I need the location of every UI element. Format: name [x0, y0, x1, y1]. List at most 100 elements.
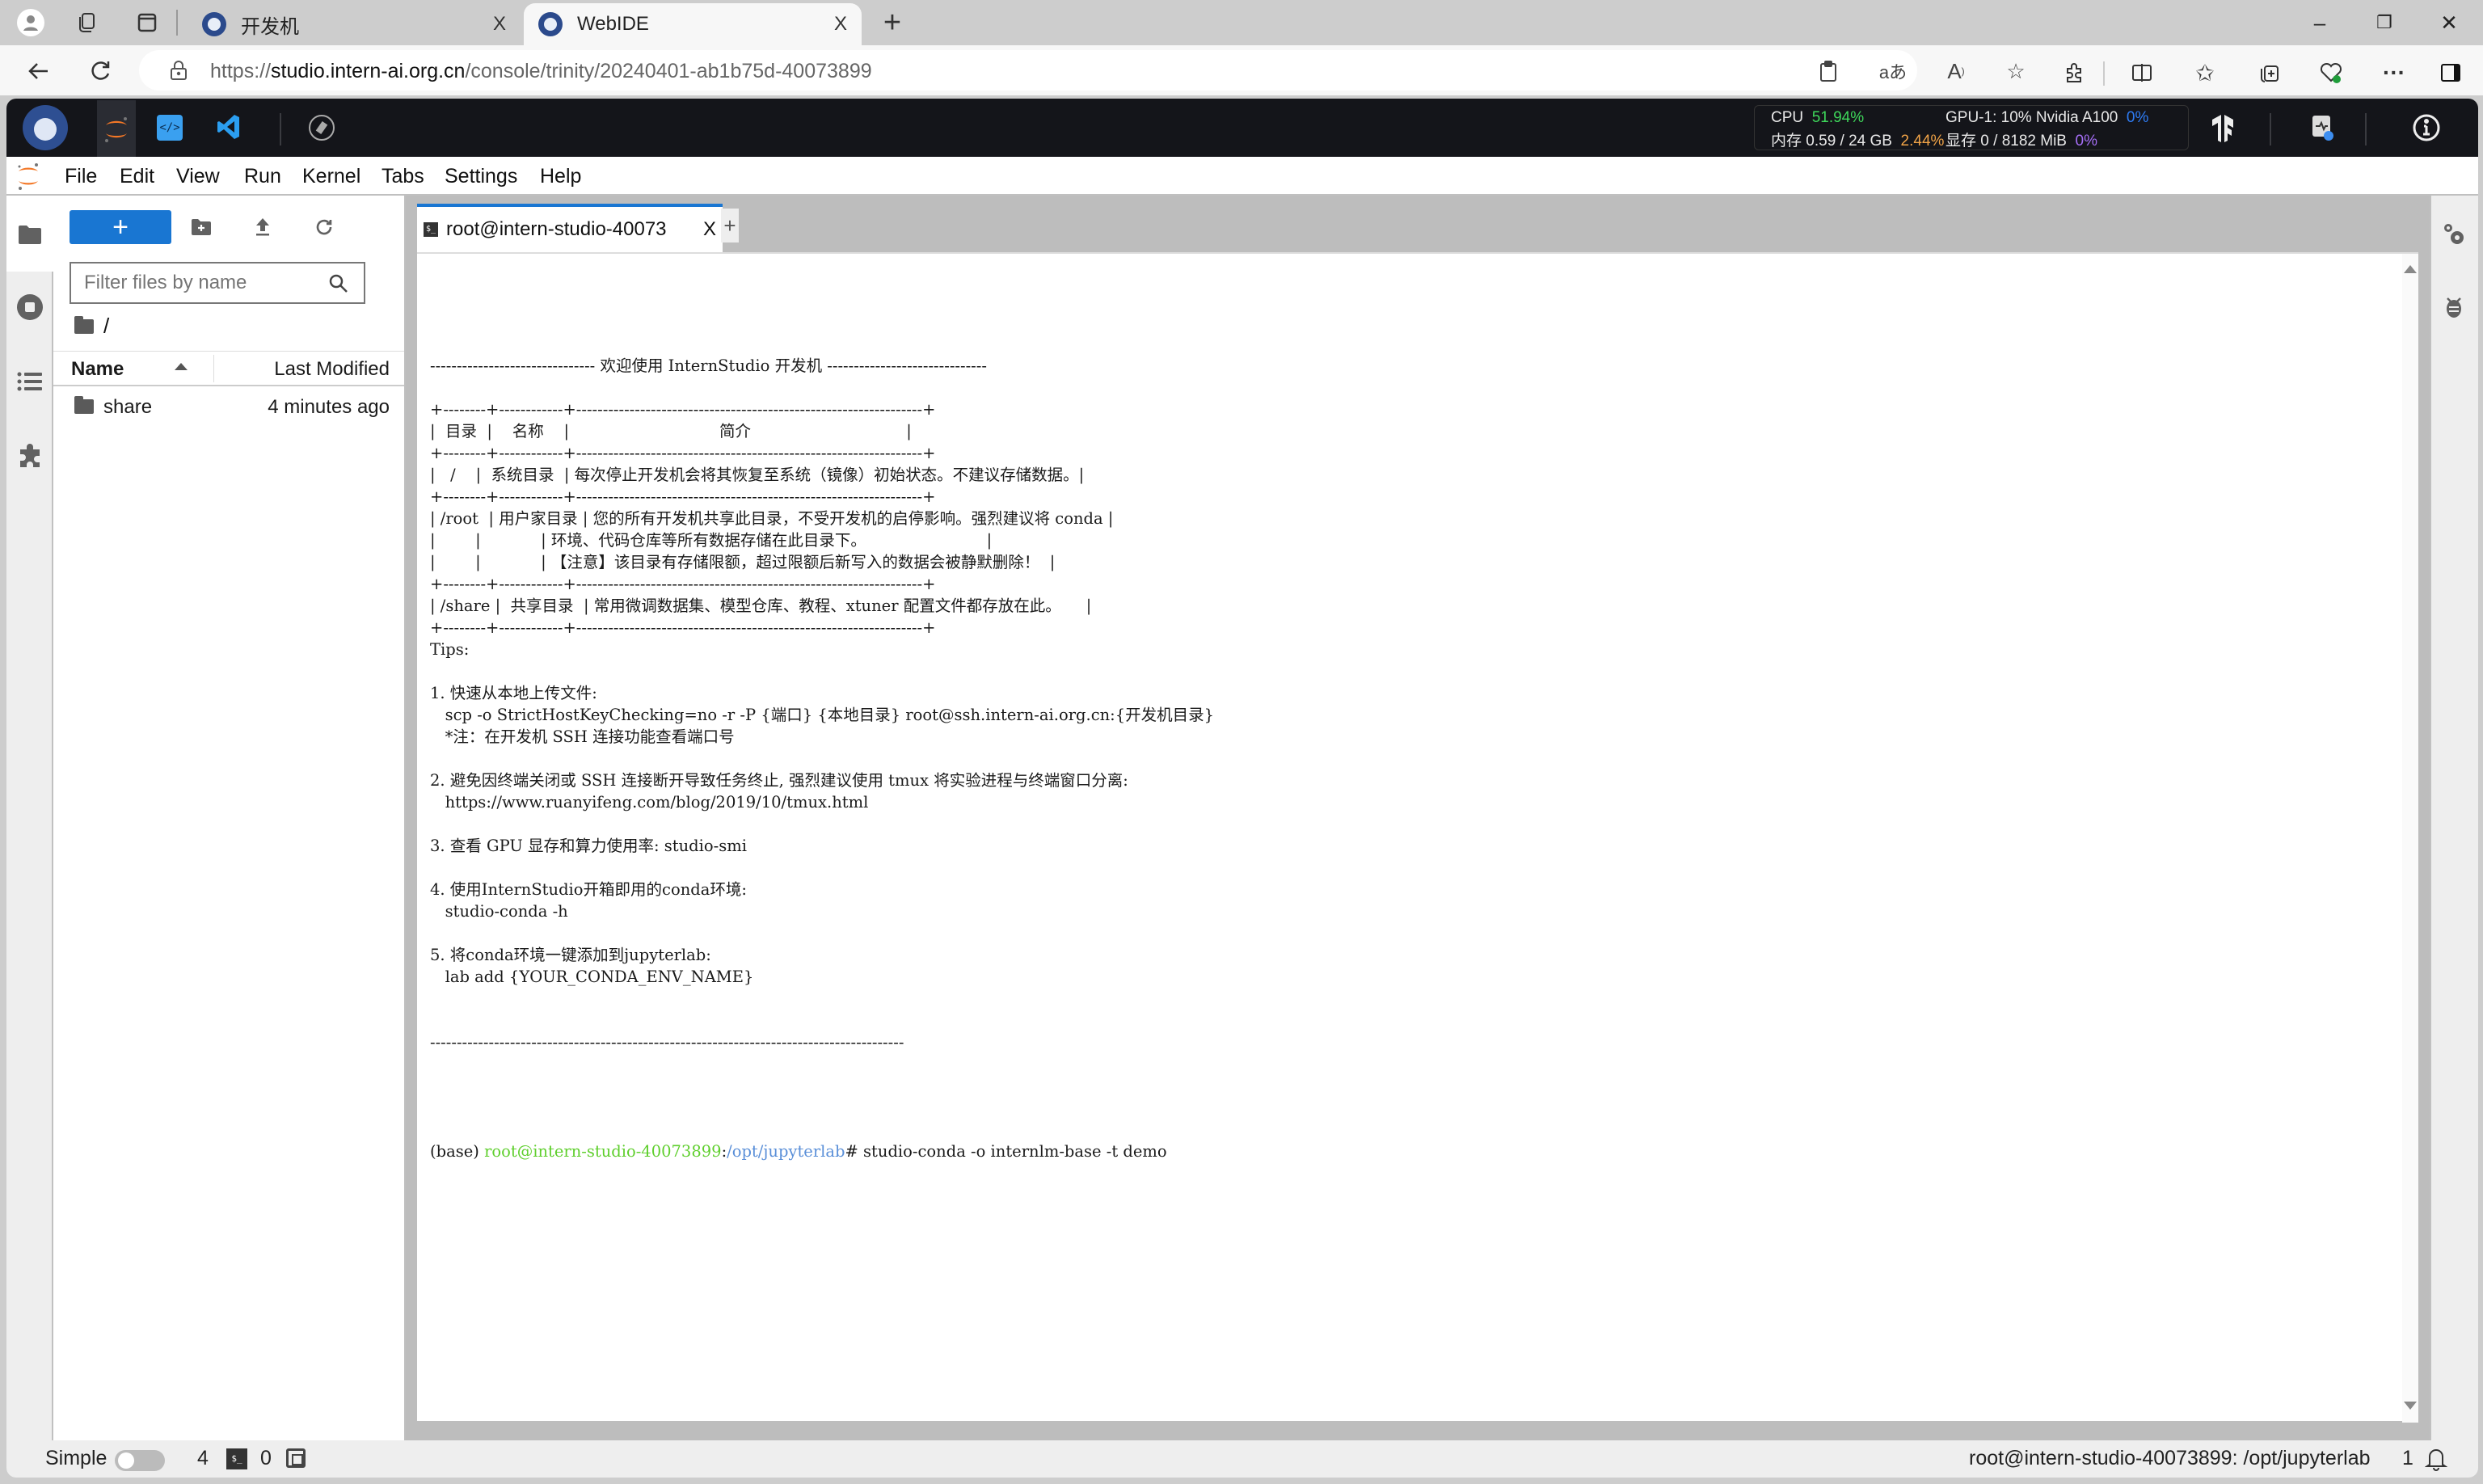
menu-tabs[interactable]: Tabs [382, 165, 424, 188]
close-doc-tab-button[interactable]: X [703, 218, 716, 241]
extensions-icon[interactable] [2059, 58, 2089, 87]
tab-divider [176, 10, 178, 36]
status-bar: Simple 4 $_ 0 root@intern-studio-4007389… [6, 1440, 2478, 1478]
filter-files-input[interactable] [70, 262, 365, 304]
kernel-count[interactable]: 4 [197, 1447, 209, 1470]
property-inspector-icon[interactable] [2439, 220, 2468, 249]
profile-icon[interactable] [16, 8, 45, 37]
terminal-line: *注：在开发机 SSH 连接功能查看端口号 [430, 727, 735, 746]
status-path: root@intern-studio-40073899: /opt/jupyte… [1969, 1447, 2371, 1469]
url-text[interactable]: https://studio.intern-ai.org.cn/console/… [210, 60, 872, 83]
menu-file[interactable]: File [65, 165, 97, 188]
terminal-count[interactable]: 0 [260, 1447, 272, 1470]
sidebar-toggle-icon[interactable] [2436, 58, 2465, 87]
info-icon[interactable] [2410, 112, 2443, 144]
terminal-scrollbar[interactable] [2402, 254, 2418, 1423]
menu-kernel[interactable]: Kernel [302, 165, 360, 188]
gpu-label: GPU-1: 10% Nvidia A100 [1946, 109, 2118, 126]
restore-button[interactable]: ❐ [2360, 6, 2409, 39]
back-button[interactable] [23, 55, 55, 87]
terminal-panel[interactable]: ------------------------------- 欢迎使用 Int… [417, 252, 2418, 1423]
browser-tab-webide[interactable]: WebIDE X [524, 3, 862, 45]
terminal-doc-tab[interactable]: $_ root@intern-studio-40073 X [417, 204, 723, 252]
read-aloud-icon[interactable]: A) [1941, 57, 1971, 86]
header-divider [2365, 113, 2367, 145]
header-divider [2270, 113, 2271, 145]
search-icon [329, 274, 348, 293]
terminal-output[interactable]: ------------------------------- 欢迎使用 Int… [430, 289, 2386, 1413]
tensorflow-icon[interactable] [2207, 112, 2239, 144]
refresh-files-icon[interactable] [310, 213, 338, 241]
file-browser-icon[interactable] [15, 220, 44, 249]
terminal-lines: ------------------------------- 欢迎使用 Int… [430, 333, 2386, 1097]
terminal-line: | /share | 共享目录 | 常用微调数据集、模型仓库、教程、xtuner… [430, 597, 1092, 615]
address-row: https://studio.intern-ai.org.cn/console/… [0, 45, 2483, 95]
menu-edit[interactable]: Edit [120, 165, 154, 188]
close-tab-icon[interactable]: X [493, 13, 506, 36]
menu-view[interactable]: View [176, 165, 220, 188]
prompt-hash: # [845, 1142, 864, 1161]
collections-icon[interactable] [2255, 58, 2284, 87]
breadcrumb-root[interactable]: / [103, 314, 109, 339]
notification-bell-icon[interactable] [2424, 1445, 2448, 1477]
column-name-header[interactable]: Name [71, 358, 124, 381]
jupyter-switch-button[interactable] [97, 100, 136, 157]
close-tab-icon[interactable]: X [834, 13, 847, 36]
intern-favicon-icon [538, 12, 563, 36]
terminal-prompt-line: (base) root@intern-studio-40073899:/opt/… [430, 1140, 2386, 1162]
gpu-pct: 0% [2126, 109, 2149, 126]
menu-run[interactable]: Run [244, 165, 281, 188]
refresh-button[interactable] [84, 55, 116, 87]
browser-tab-title: 开发机 [241, 15, 299, 38]
compass-icon[interactable] [309, 115, 335, 141]
folder-icon [74, 396, 94, 414]
favorite-star-icon[interactable]: ☆ [2001, 57, 2030, 86]
lock-icon[interactable] [170, 60, 188, 81]
terminal-count-icon[interactable]: $_ [226, 1448, 247, 1469]
terminal-line: 1. 快速从本地上传文件: [430, 684, 597, 702]
new-launcher-button[interactable]: + [70, 210, 171, 244]
vertical-tabs-icon[interactable] [133, 8, 162, 37]
browser-essentials-icon[interactable] [2316, 58, 2346, 87]
running-sessions-icon[interactable] [15, 293, 44, 322]
table-of-contents-icon[interactable] [15, 367, 44, 396]
clipboard-icon[interactable] [1814, 57, 1843, 86]
favorites-icon[interactable]: ✩ [2190, 58, 2220, 87]
minimize-button[interactable]: – [2295, 6, 2344, 39]
code-server-button[interactable]: </> [157, 115, 183, 141]
workspaces-icon[interactable] [73, 8, 102, 37]
window-close-button[interactable]: ✕ [2425, 6, 2473, 39]
column-modified-header[interactable]: Last Modified [274, 358, 390, 381]
menu-settings[interactable]: Settings [445, 165, 517, 188]
resource-monitor: CPU 51.94% GPU-1: 10% Nvidia A100 0% 内存 … [1754, 105, 2189, 150]
add-doc-tab-button[interactable]: + [721, 209, 739, 242]
debugger-bug-icon[interactable] [2439, 293, 2468, 322]
terminal-line: https://www.ruanyifeng.com/blog/2019/10/… [430, 793, 869, 812]
notification-count[interactable]: 1 [2402, 1447, 2413, 1470]
scroll-up-icon[interactable] [2404, 265, 2417, 273]
split-screen-icon[interactable] [2127, 58, 2156, 87]
intern-logo[interactable] [23, 105, 68, 150]
extension-manager-icon[interactable] [15, 441, 44, 470]
terminal-line: scp -o StrictHostKeyChecking=no -r -P {端… [430, 706, 1215, 724]
menu-help[interactable]: Help [540, 165, 581, 188]
monitor-dashboard-icon[interactable] [2307, 112, 2339, 144]
address-bar[interactable]: https://studio.intern-ai.org.cn/console/… [139, 50, 2026, 91]
scroll-down-icon[interactable] [2404, 1402, 2417, 1410]
vscode-button[interactable] [217, 113, 241, 142]
translate-icon[interactable]: aあ [1878, 57, 1908, 86]
file-list-item[interactable]: share 4 minutes ago [53, 388, 404, 424]
column-divider[interactable] [213, 355, 214, 382]
browser-tab-devmachine[interactable]: 开发机 X [188, 3, 521, 45]
simple-mode-toggle[interactable] [115, 1450, 165, 1471]
new-folder-icon[interactable] [188, 213, 215, 241]
cpu-label: CPU [1771, 109, 1804, 126]
new-tab-button[interactable]: + [878, 6, 907, 40]
more-options-icon[interactable]: ··· [2380, 58, 2409, 87]
sort-ascending-icon[interactable] [175, 363, 188, 370]
upload-icon[interactable] [249, 213, 276, 241]
folder-home-icon[interactable] [74, 315, 94, 334]
url-host: studio.intern-ai.org.cn [271, 60, 466, 82]
kernel-cpu-icon[interactable] [286, 1448, 306, 1468]
